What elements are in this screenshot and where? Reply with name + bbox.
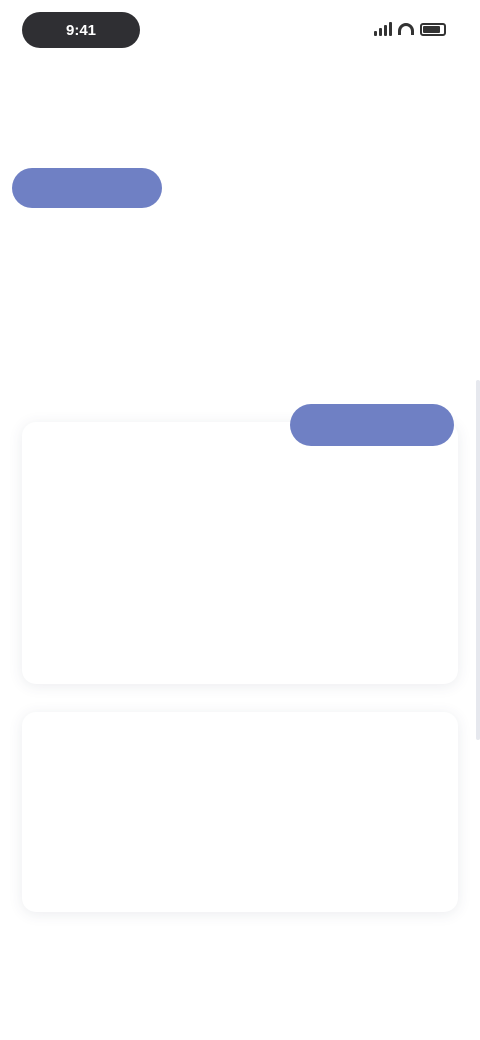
card-1 [22, 422, 458, 684]
tab-bar [12, 168, 468, 208]
status-icons [374, 22, 446, 36]
scrollbar[interactable] [476, 380, 480, 740]
tab-1[interactable] [12, 168, 162, 208]
status-bar: 9:41 [0, 0, 480, 62]
card-2 [22, 712, 458, 912]
app-screen: 9:41 [0, 0, 480, 1040]
wifi-icon [398, 23, 414, 35]
primary-button[interactable] [290, 404, 454, 446]
cellular-signal-icon [374, 22, 392, 36]
status-time: 9:41 [22, 12, 140, 48]
battery-fill [423, 25, 440, 33]
battery-icon [420, 22, 446, 36]
